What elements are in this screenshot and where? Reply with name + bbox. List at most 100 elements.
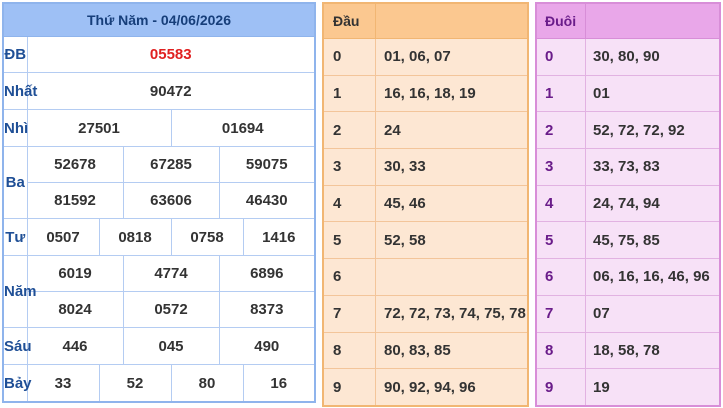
duoi-values: 45, 75, 85 — [585, 221, 720, 260]
prize-number-tu-3: 0758 — [170, 218, 244, 256]
dau-values — [375, 258, 528, 296]
duoi-row: 4 24, 74, 94 — [536, 185, 720, 223]
prize-label-sau: Sáu — [2, 327, 32, 365]
prize-number-db: 05583 — [26, 36, 316, 73]
duoi-row: 6 06, 16, 16, 46, 96 — [536, 258, 720, 296]
prize-number-bay-3: 80 — [170, 364, 244, 403]
prize-number-ba-4: 81592 — [26, 182, 124, 219]
dau-values: 72, 72, 73, 74, 75, 78 — [375, 295, 528, 333]
prize-number-tu-1: 0507 — [26, 218, 100, 256]
prize-number-tu-2: 0818 — [98, 218, 172, 256]
duoi-row: 0 30, 80, 90 — [536, 38, 720, 76]
duoi-values: 06, 16, 16, 46, 96 — [585, 258, 720, 296]
prize-number-bay-2: 52 — [98, 364, 172, 403]
dau-key: 7 — [323, 295, 376, 333]
duoi-values: 33, 73, 83 — [585, 148, 720, 186]
prize-label-nhat: Nhất — [2, 72, 37, 110]
dau-key: 3 — [323, 148, 376, 186]
prize-number-nam-4: 8024 — [26, 291, 124, 328]
prize-number-nhat: 90472 — [26, 72, 316, 110]
duoi-row: 3 33, 73, 83 — [536, 148, 720, 186]
dau-key: 2 — [323, 111, 376, 150]
prize-label-nhi: Nhì — [2, 109, 28, 147]
dau-row: 6 — [323, 258, 528, 296]
dau-key: 9 — [323, 368, 376, 407]
prize-number-sau-1: 446 — [26, 327, 124, 365]
prize-number-ba-1: 52678 — [26, 146, 124, 183]
prize-number-nhi-1: 27501 — [26, 109, 172, 147]
prize-number-sau-3: 490 — [218, 327, 316, 365]
dau-values: 52, 58 — [375, 221, 528, 260]
duoi-key: 6 — [536, 258, 586, 296]
results-title: Thứ Năm - 04/06/2026 — [3, 3, 315, 37]
dau-key: 4 — [323, 185, 376, 223]
prize-row-tu: Tư 0507 0818 0758 1416 — [2, 218, 316, 256]
prize-number-ba-5: 63606 — [122, 182, 220, 219]
dau-values: 24 — [375, 111, 528, 150]
results-table: Thứ Năm - 04/06/2026 ĐB 05583 Nhất 90472… — [2, 2, 316, 403]
duoi-key: 7 — [536, 295, 586, 333]
duoi-row: 2 52, 72, 72, 92 — [536, 111, 720, 150]
prize-label-bay: Bảy — [2, 364, 32, 403]
duoi-key: 8 — [536, 332, 586, 370]
prize-row-ba-1: Ba 52678 67285 59075 — [2, 146, 316, 219]
prize-label-nam: Năm — [2, 255, 37, 328]
dau-row: 5 52, 58 — [323, 221, 528, 260]
duoi-header-key: Đuôi — [536, 3, 586, 39]
prize-row-sau: Sáu 446 045 490 — [2, 327, 316, 365]
dau-values: 80, 83, 85 — [375, 332, 528, 370]
duoi-header-value — [585, 3, 720, 39]
dau-key: 6 — [323, 258, 376, 296]
dau-row: 4 45, 46 — [323, 185, 528, 223]
dau-table: Đầu 0 01, 06, 07 1 16, 16, 18, 19 2 24 3 30,… — [322, 2, 529, 407]
prize-row-db: ĐB 05583 — [2, 36, 316, 73]
duoi-row: 5 45, 75, 85 — [536, 221, 720, 260]
prize-number-nam-1: 6019 — [26, 255, 124, 292]
prize-row-nhat: Nhất 90472 — [2, 72, 316, 110]
duoi-key: 5 — [536, 221, 586, 260]
duoi-values: 07 — [585, 295, 720, 333]
prize-number-nam-3: 6896 — [218, 255, 316, 292]
prize-number-ba-3: 59075 — [218, 146, 316, 183]
dau-row: 8 80, 83, 85 — [323, 332, 528, 370]
prize-row-bay: Bảy 33 52 80 16 — [2, 364, 316, 403]
prize-number-tu-4: 1416 — [242, 218, 316, 256]
prize-label-ba: Ba — [2, 146, 28, 219]
dau-row: 7 72, 72, 73, 74, 75, 78 — [323, 295, 528, 333]
dau-row: 0 01, 06, 07 — [323, 38, 528, 76]
duoi-values: 19 — [585, 368, 720, 407]
prize-number-nam-5: 0572 — [122, 291, 220, 328]
prize-number-bay-4: 16 — [242, 364, 316, 403]
duoi-key: 4 — [536, 185, 586, 223]
prize-number-ba-2: 67285 — [122, 146, 220, 183]
prize-row-ba-2: 81592 63606 46430 — [3, 182, 316, 219]
duoi-values: 01 — [585, 75, 720, 113]
prize-number-nam-2: 4774 — [122, 255, 220, 292]
prize-label-db: ĐB — [2, 36, 28, 73]
prize-label-tu: Tư — [2, 218, 28, 256]
prize-number-nhi-2: 01694 — [170, 109, 316, 147]
duoi-row: 9 19 — [536, 368, 720, 407]
duoi-values: 30, 80, 90 — [585, 38, 720, 76]
duoi-row: 8 18, 58, 78 — [536, 332, 720, 370]
dau-key: 5 — [323, 221, 376, 260]
dau-row: 1 16, 16, 18, 19 — [323, 75, 528, 113]
dau-key: 1 — [323, 75, 376, 113]
duoi-row: 7 07 — [536, 295, 720, 333]
dau-row: 2 24 — [323, 111, 528, 150]
dau-values: 90, 92, 94, 96 — [375, 368, 528, 407]
dau-values: 16, 16, 18, 19 — [375, 75, 528, 113]
duoi-key: 0 — [536, 38, 586, 76]
dau-values: 30, 33 — [375, 148, 528, 186]
prize-row-nhi: Nhì 27501 01694 — [2, 109, 316, 147]
prize-number-sau-2: 045 — [122, 327, 220, 365]
dau-row: 3 30, 33 — [323, 148, 528, 186]
duoi-table: Đuôi 0 30, 80, 90 1 01 2 52, 72, 72, 92 3 33… — [535, 2, 721, 407]
duoi-key: 2 — [536, 111, 586, 150]
dau-key: 8 — [323, 332, 376, 370]
dau-header-value — [375, 3, 528, 39]
dau-row: 9 90, 92, 94, 96 — [323, 368, 528, 407]
duoi-key: 3 — [536, 148, 586, 186]
dau-header-key: Đầu — [323, 3, 376, 39]
dau-key: 0 — [323, 38, 376, 76]
